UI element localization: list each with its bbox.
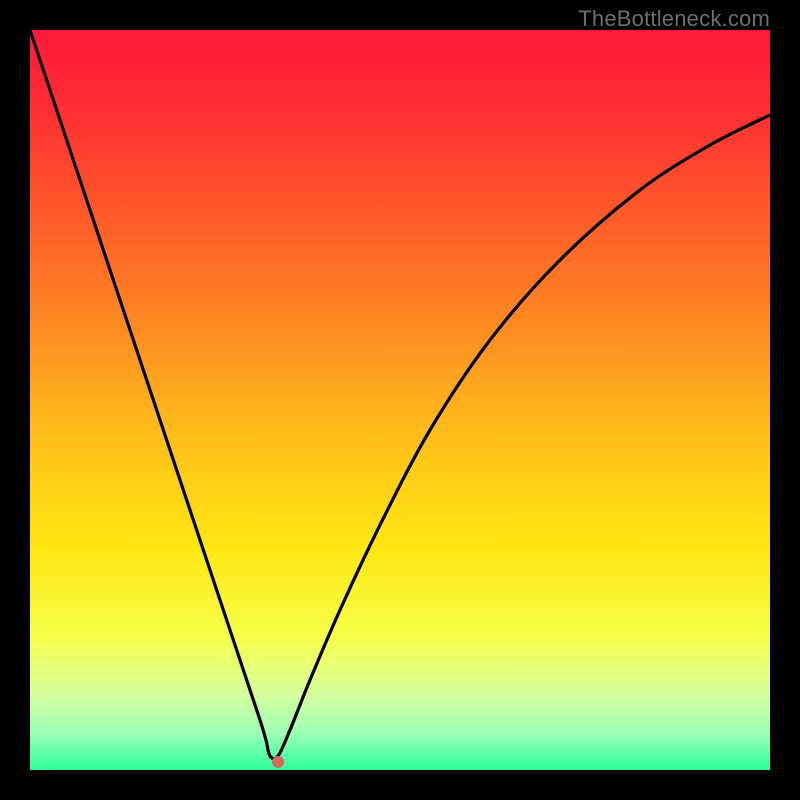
bottleneck-curve	[30, 30, 770, 759]
min-dot-marker	[272, 756, 284, 768]
watermark-text: TheBottleneck.com	[578, 6, 770, 32]
curve-layer	[30, 30, 770, 770]
chart-frame: TheBottleneck.com	[0, 0, 800, 800]
plot-area	[30, 30, 770, 770]
